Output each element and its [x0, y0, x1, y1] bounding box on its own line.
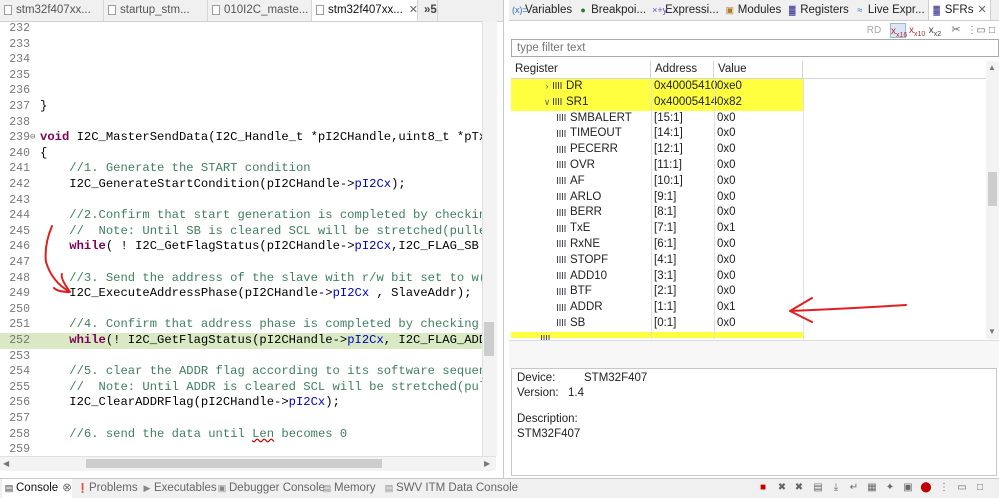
annotation-arrow-addr [789, 297, 907, 323]
annotation-drawing [44, 225, 907, 323]
annotation-arrow-code [44, 225, 71, 293]
